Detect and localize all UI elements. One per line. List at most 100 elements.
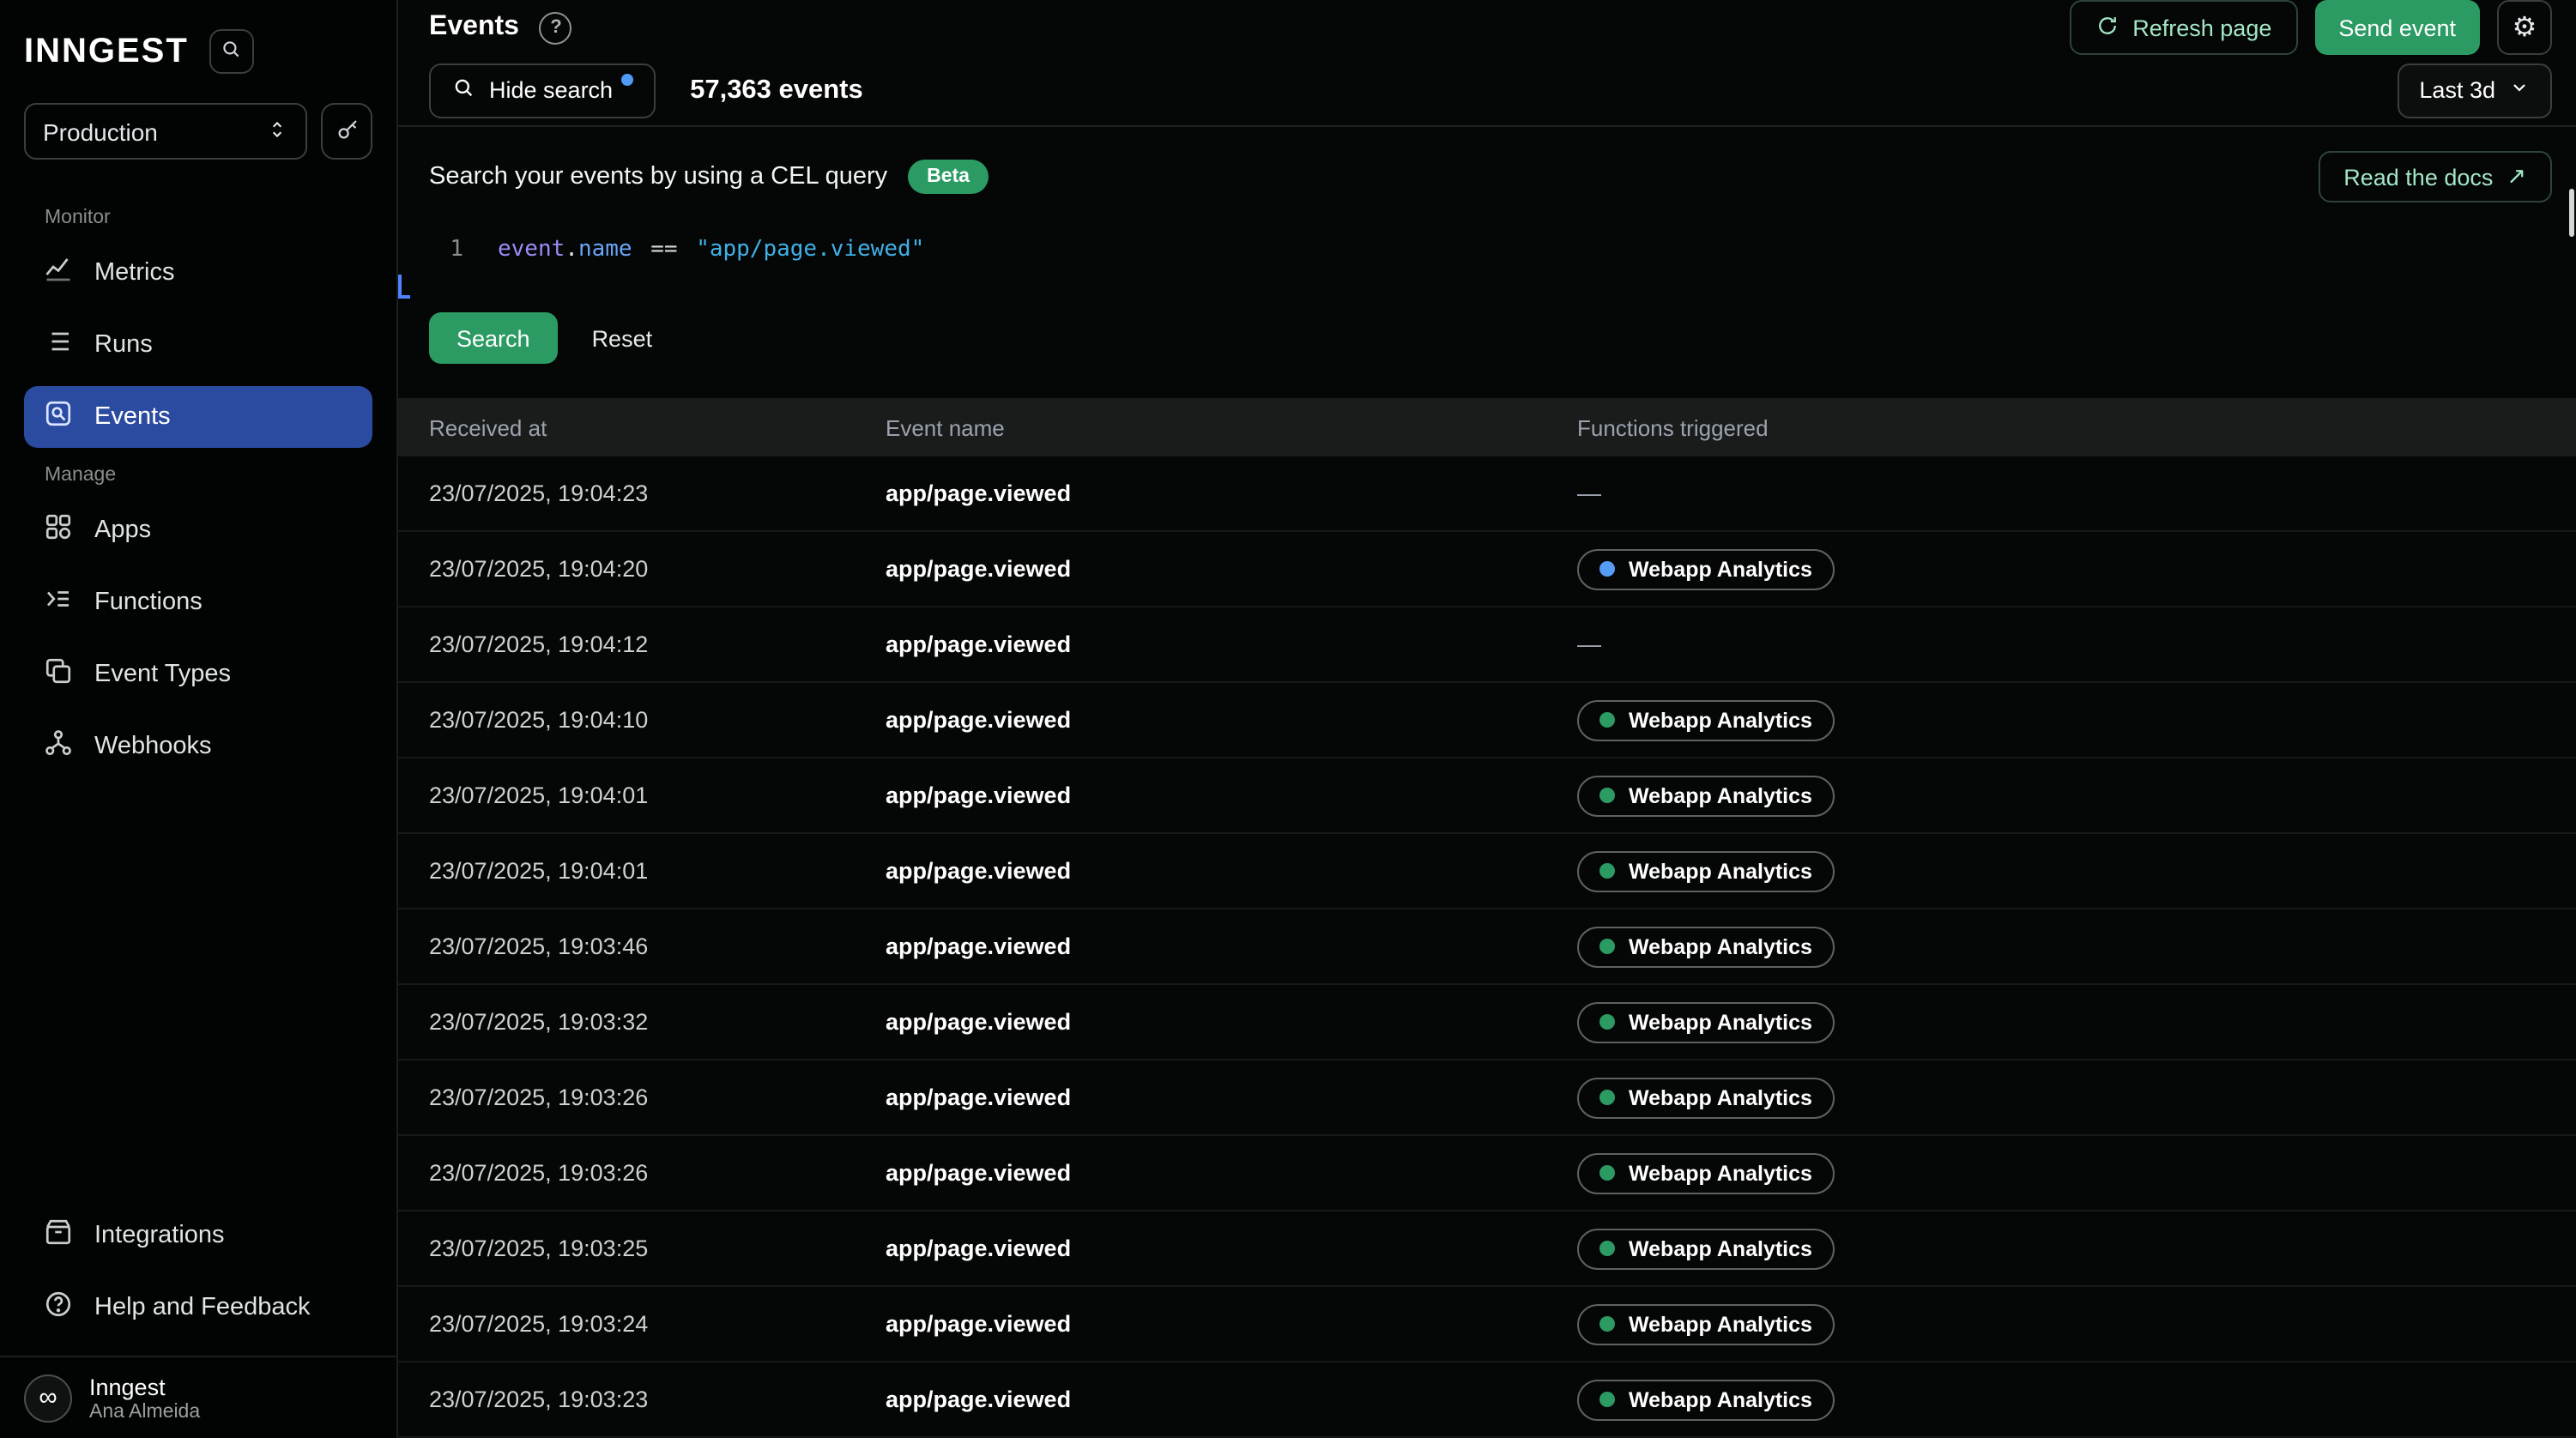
sidebar-search-button[interactable]	[209, 29, 254, 74]
sidebar-item-integrations[interactable]: Integrations	[24, 1205, 372, 1266]
send-event-button[interactable]: Send event	[2314, 0, 2480, 55]
hide-search-label: Hide search	[489, 77, 613, 103]
sidebar-item-label: Runs	[94, 331, 153, 359]
runs-icon	[43, 326, 74, 364]
function-label: Webapp Analytics	[1629, 1387, 1812, 1411]
function-label: Webapp Analytics	[1629, 934, 1812, 958]
sidebar-item-label: Metrics	[94, 259, 174, 287]
table-row[interactable]: 23/07/2025, 19:04:23 app/page.viewed —	[398, 456, 2576, 532]
sidebar-item-events[interactable]: Events	[24, 386, 372, 448]
functions-cell: Webapp Analytics	[1577, 1228, 2576, 1269]
search-panel-title: Search your events by using a CEL query	[429, 163, 887, 190]
received-at-cell: 23/07/2025, 19:04:23	[429, 480, 886, 506]
function-pill[interactable]: Webapp Analytics	[1577, 1379, 1835, 1420]
functions-cell: Webapp Analytics	[1577, 1001, 2576, 1042]
function-status-dot	[1599, 1090, 1615, 1105]
received-at-cell: 23/07/2025, 19:03:32	[429, 1009, 886, 1035]
table-row[interactable]: 23/07/2025, 19:03:46 app/page.viewed Web…	[398, 909, 2576, 985]
table-row[interactable]: 23/07/2025, 19:03:32 app/page.viewed Web…	[398, 985, 2576, 1060]
sidebar-item-metrics[interactable]: Metrics	[24, 242, 372, 304]
sidebar-item-label: Apps	[94, 517, 151, 544]
event-name-cell: app/page.viewed	[886, 858, 1577, 884]
function-pill[interactable]: Webapp Analytics	[1577, 1152, 1835, 1193]
sidebar-item-webhooks[interactable]: Webhooks	[24, 716, 372, 777]
refresh-page-button[interactable]: Refresh page	[2069, 0, 2297, 55]
editor-resize-handle[interactable]	[398, 275, 410, 299]
table-row[interactable]: 23/07/2025, 19:04:10 app/page.viewed Web…	[398, 683, 2576, 758]
account-menu[interactable]: ∞ Inngest Ana Almeida	[0, 1356, 396, 1438]
table-row[interactable]: 23/07/2025, 19:03:23 app/page.viewed Web…	[398, 1362, 2576, 1438]
table-row[interactable]: 23/07/2025, 19:03:24 app/page.viewed Web…	[398, 1287, 2576, 1362]
function-pill[interactable]: Webapp Analytics	[1577, 850, 1835, 891]
sidebar-item-label: Event Types	[94, 661, 231, 688]
functions-cell: Webapp Analytics	[1577, 699, 2576, 740]
function-pill[interactable]: Webapp Analytics	[1577, 699, 1835, 740]
event-name-cell: app/page.viewed	[886, 933, 1577, 959]
read-docs-button[interactable]: Read the docs ↗	[2318, 151, 2552, 202]
function-pill[interactable]: Webapp Analytics	[1577, 1077, 1835, 1118]
event-keys-button[interactable]	[321, 103, 372, 160]
reset-button[interactable]: Reset	[592, 325, 653, 351]
event-name-cell: app/page.viewed	[886, 1236, 1577, 1261]
sidebar-item-label: Integrations	[94, 1222, 225, 1249]
sidebar-item-runs[interactable]: Runs	[24, 314, 372, 376]
table-row[interactable]: 23/07/2025, 19:04:12 app/page.viewed —	[398, 607, 2576, 683]
beta-badge: Beta	[908, 160, 989, 194]
empty-dash: —	[1577, 478, 1601, 505]
function-label: Webapp Analytics	[1629, 1161, 1812, 1185]
function-status-dot	[1599, 939, 1615, 954]
search-icon	[221, 38, 243, 65]
gear-icon: ⚙	[2513, 10, 2537, 45]
function-pill[interactable]: Webapp Analytics	[1577, 1228, 1835, 1269]
scrollbar-thumb[interactable]	[2569, 189, 2574, 237]
sidebar-item-help[interactable]: Help and Feedback	[24, 1277, 372, 1338]
function-pill[interactable]: Webapp Analytics	[1577, 1001, 1835, 1042]
functions-cell: Webapp Analytics	[1577, 548, 2576, 589]
table-row[interactable]: 23/07/2025, 19:04:01 app/page.viewed Web…	[398, 758, 2576, 834]
function-pill[interactable]: Webapp Analytics	[1577, 926, 1835, 967]
function-pill[interactable]: Webapp Analytics	[1577, 548, 1835, 589]
page-help-button[interactable]: ?	[540, 11, 572, 44]
event-name-cell: app/page.viewed	[886, 1085, 1577, 1110]
table-row[interactable]: 23/07/2025, 19:03:26 app/page.viewed Web…	[398, 1136, 2576, 1211]
sidebar-item-apps[interactable]: Apps	[24, 499, 372, 561]
event-name-cell: app/page.viewed	[886, 480, 1577, 506]
table-row[interactable]: 23/07/2025, 19:04:20 app/page.viewed Web…	[398, 532, 2576, 607]
function-pill[interactable]: Webapp Analytics	[1577, 775, 1835, 816]
function-status-dot	[1599, 1014, 1615, 1030]
refresh-page-label: Refresh page	[2132, 15, 2271, 40]
settings-button[interactable]: ⚙	[2497, 0, 2552, 55]
received-at-cell: 23/07/2025, 19:03:25	[429, 1236, 886, 1261]
received-at-cell: 23/07/2025, 19:03:46	[429, 933, 886, 959]
environment-selector[interactable]: Production	[24, 103, 307, 160]
sidebar-item-event-types[interactable]: Event Types	[24, 643, 372, 705]
function-pill[interactable]: Webapp Analytics	[1577, 1303, 1835, 1344]
function-label: Webapp Analytics	[1629, 557, 1812, 581]
table-body: 23/07/2025, 19:04:23 app/page.viewed — 2…	[398, 456, 2576, 1438]
empty-dash: —	[1577, 629, 1601, 656]
events-icon	[43, 398, 74, 436]
table-row[interactable]: 23/07/2025, 19:03:25 app/page.viewed Web…	[398, 1211, 2576, 1287]
cel-query-editor[interactable]: 1 event.name == "app/page.viewed"	[429, 230, 2552, 281]
function-status-dot	[1599, 1392, 1615, 1407]
table-row[interactable]: 23/07/2025, 19:03:26 app/page.viewed Web…	[398, 1060, 2576, 1136]
table-row[interactable]: 23/07/2025, 19:04:01 app/page.viewed Web…	[398, 834, 2576, 909]
notification-dot	[621, 73, 633, 85]
send-event-label: Send event	[2338, 15, 2456, 40]
time-range-selector[interactable]: Last 3d	[2397, 63, 2552, 118]
page-header: Events ? Refresh page Send event ⚙	[398, 0, 2576, 55]
function-label: Webapp Analytics	[1629, 783, 1812, 807]
received-at-cell: 23/07/2025, 19:03:26	[429, 1160, 886, 1186]
sidebar-item-functions[interactable]: Functions	[24, 571, 372, 633]
event-name-cell: app/page.viewed	[886, 1387, 1577, 1412]
app: INNGEST Production	[0, 0, 2576, 1438]
function-label: Webapp Analytics	[1629, 1085, 1812, 1109]
function-status-dot	[1599, 788, 1615, 803]
functions-cell: Webapp Analytics	[1577, 1077, 2576, 1118]
hide-search-button[interactable]: Hide search	[429, 63, 656, 118]
search-button[interactable]: Search	[429, 312, 558, 364]
cel-query-text: event.name == "app/page.viewed"	[498, 230, 924, 271]
event-types-icon	[43, 656, 74, 693]
received-at-cell: 23/07/2025, 19:03:26	[429, 1085, 886, 1110]
functions-cell: Webapp Analytics	[1577, 775, 2576, 816]
